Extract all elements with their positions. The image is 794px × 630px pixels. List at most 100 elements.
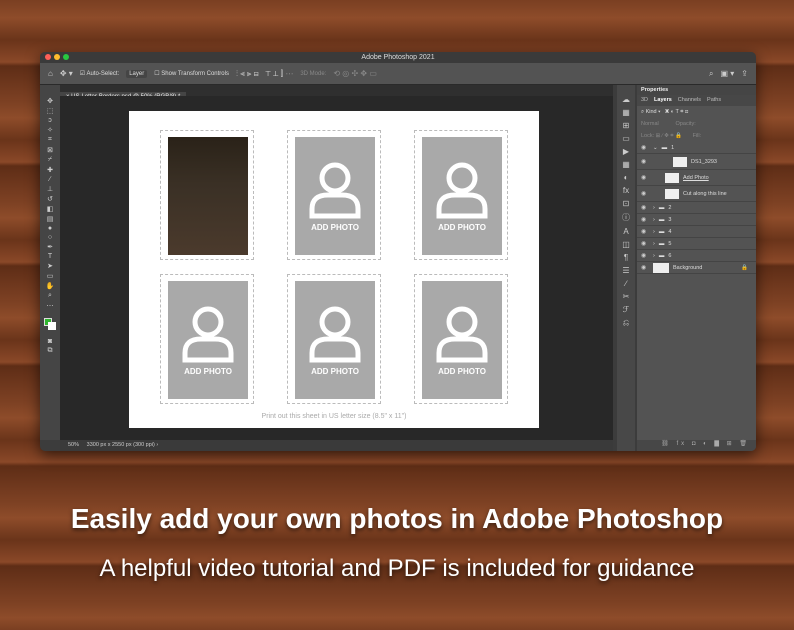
blur-icon[interactable]: ● — [48, 225, 52, 232]
tab-3d[interactable]: 3D — [641, 97, 648, 104]
layer-row[interactable]: ◉ › ▬ 2 — [637, 202, 756, 214]
layer-row[interactable]: ◉ Background 🔒 — [637, 262, 756, 274]
clone-stamp-icon[interactable]: ⊥ — [47, 185, 53, 193]
history-brush-icon[interactable]: ↺ — [47, 195, 53, 203]
layer-row[interactable]: ◉ › ▬ 6 — [637, 250, 756, 262]
brush-tool-icon[interactable]: ∕ — [49, 176, 50, 183]
share-icon[interactable]: ⇪ — [741, 69, 748, 78]
gradient-icon[interactable]: ▤ — [47, 215, 54, 223]
properties-header[interactable]: Properties — [637, 85, 756, 95]
zoom-level[interactable]: 50% — [68, 442, 79, 448]
photo-slot[interactable]: ADD PHOTO — [414, 274, 508, 404]
tab-channels[interactable]: Channels — [678, 97, 701, 104]
type-tool-icon[interactable]: T — [48, 253, 52, 260]
lasso-tool-icon[interactable]: ↄ — [48, 117, 52, 124]
character-icon[interactable]: A — [623, 227, 628, 236]
home-icon[interactable]: ⌂ — [48, 69, 53, 78]
rectangle-tool-icon[interactable]: ▭ — [47, 272, 54, 280]
tab-layers[interactable]: Layers — [654, 97, 672, 104]
layers-footer-icons[interactable]: ⛓ fx ◘ ◐ ▇ ⊞ 🗑 — [637, 440, 756, 451]
visibility-eye-icon[interactable]: ◉ — [641, 144, 649, 151]
auto-select-checkbox[interactable]: ☑ Auto-Select: — [80, 70, 119, 77]
eraser-icon[interactable]: ◧ — [47, 205, 54, 213]
grid-icon[interactable]: ▦ — [622, 160, 630, 169]
canvas-area[interactable]: Print out this sheet in US letter size (… — [60, 96, 613, 440]
sliders-icon[interactable]: ☰ — [622, 266, 629, 275]
visibility-eye-icon[interactable]: ◉ — [641, 264, 649, 271]
adjustments-icon[interactable]: ◐ — [624, 173, 629, 182]
layer-select[interactable]: Layer — [126, 69, 148, 78]
visibility-eye-icon[interactable]: ◉ — [641, 190, 649, 197]
lock-row[interactable]: Lock: ⊞ ∕ ✥ ⌗ 🔒 Fill: — [637, 130, 756, 142]
visibility-eye-icon[interactable]: ◉ — [641, 252, 649, 259]
screen-mode-icon[interactable]: ⧉ — [48, 347, 53, 355]
gradients-icon[interactable]: ▭ — [622, 134, 630, 143]
visibility-eye-icon[interactable]: ◉ — [641, 216, 649, 223]
crop-tool-icon[interactable]: ⌗ — [48, 136, 52, 144]
color-swatches[interactable] — [44, 318, 56, 330]
align-icons[interactable]: ⫶ ⫷ ⫸ ⊟ ⊤ ⊥ ⫿ ⋯ — [236, 69, 293, 79]
layer-row[interactable]: ◉ › ▬ 3 — [637, 214, 756, 226]
quick-mask-icon[interactable]: ◙ — [48, 338, 52, 345]
visibility-eye-icon[interactable]: ◉ — [641, 158, 649, 165]
workspace-icon[interactable]: ▣ ▾ — [721, 69, 735, 78]
photo-slot[interactable]: ADD PHOTO — [160, 274, 254, 404]
chevron-right-icon[interactable]: › — [653, 241, 655, 247]
move-tool-icon[interactable]: ✥ — [47, 97, 53, 105]
fx-icon[interactable]: fx — [623, 186, 629, 195]
frame-tool-icon[interactable]: ⊠ — [47, 146, 53, 154]
chevron-right-icon[interactable]: › — [653, 205, 655, 211]
layer-row[interactable]: ◉ › ▬ 5 — [637, 238, 756, 250]
more-tools-icon[interactable]: ⋯ — [47, 302, 54, 310]
search-icon[interactable]: ⌕ — [709, 69, 713, 79]
history-icon[interactable]: ℱ — [623, 305, 629, 314]
dodge-icon[interactable]: ○ — [48, 234, 52, 241]
eyedropper-icon[interactable]: ⌿ — [48, 156, 52, 164]
pen-tool-icon[interactable]: ✒ — [47, 243, 53, 251]
paragraph-icon[interactable]: ¶ — [624, 253, 628, 262]
chevron-right-icon[interactable]: › — [653, 217, 655, 223]
healing-brush-icon[interactable]: ✚ — [47, 166, 53, 174]
layer-name: 5 — [668, 240, 672, 247]
layer-row[interactable]: ◉ Cut along this line — [637, 186, 756, 202]
cloud-icon[interactable]: ☁ — [622, 95, 630, 104]
visibility-eye-icon[interactable]: ◉ — [641, 228, 649, 235]
styles-icon[interactable]: ⊡ — [623, 199, 630, 208]
libraries-icon[interactable]: ⎌ — [623, 318, 629, 328]
photo-slot[interactable]: ADD PHOTO — [414, 130, 508, 260]
minimize-button[interactable] — [54, 54, 60, 60]
visibility-eye-icon[interactable]: ◉ — [641, 174, 649, 181]
zoom-button[interactable] — [63, 54, 69, 60]
marquee-tool-icon[interactable]: ⬚ — [47, 107, 54, 115]
chevron-down-icon[interactable]: ⌄ — [653, 145, 658, 151]
photo-slot[interactable]: ADD PHOTO — [287, 130, 381, 260]
zoom-tool-icon[interactable]: ⌕ — [48, 292, 52, 300]
glyphs-icon[interactable]: ◫ — [622, 240, 630, 249]
info-icon[interactable]: ⓘ — [622, 212, 630, 223]
adjust-icon[interactable]: ⊞ — [623, 121, 630, 130]
magic-wand-icon[interactable]: ✧ — [47, 126, 53, 134]
kind-filter[interactable]: ⌕ Kind ▾ ▣ ◐ T ⌗ ⊡ — [637, 106, 756, 118]
chevron-right-icon[interactable]: › — [653, 253, 655, 259]
3d-tools-icons[interactable]: ⟲ ◎ ✣ ✥ ▭ — [333, 69, 377, 78]
close-button[interactable] — [45, 54, 51, 60]
path-select-icon[interactable]: ➤ — [47, 262, 53, 270]
tools-icon[interactable]: ✂ — [623, 292, 630, 301]
tab-paths[interactable]: Paths — [707, 97, 721, 104]
photo-slot[interactable] — [160, 130, 254, 260]
layer-row[interactable]: ◉ ⌄ ▬ 1 — [637, 142, 756, 154]
chevron-right-icon[interactable]: › — [653, 229, 655, 235]
hand-tool-icon[interactable]: ✋ — [46, 282, 55, 290]
photo-slot[interactable]: ADD PHOTO — [287, 274, 381, 404]
brush-settings-icon[interactable]: ∕ — [625, 279, 626, 288]
layer-row[interactable]: ◉ › ▬ 4 — [637, 226, 756, 238]
visibility-eye-icon[interactable]: ◉ — [641, 240, 649, 247]
blend-mode[interactable]: Normal Opacity: — [637, 118, 756, 130]
move-tool-icon[interactable]: ✥ ▾ — [60, 69, 73, 78]
show-transform-checkbox[interactable]: ☐ Show Transform Controls — [154, 70, 229, 77]
swatches-icon[interactable]: ▦ — [622, 108, 630, 117]
visibility-eye-icon[interactable]: ◉ — [641, 204, 649, 211]
play-icon[interactable]: ▶ — [623, 147, 629, 156]
layer-row[interactable]: ◉ Add Photo — [637, 170, 756, 186]
layer-row[interactable]: ◉ DS1_3293 — [637, 154, 756, 170]
